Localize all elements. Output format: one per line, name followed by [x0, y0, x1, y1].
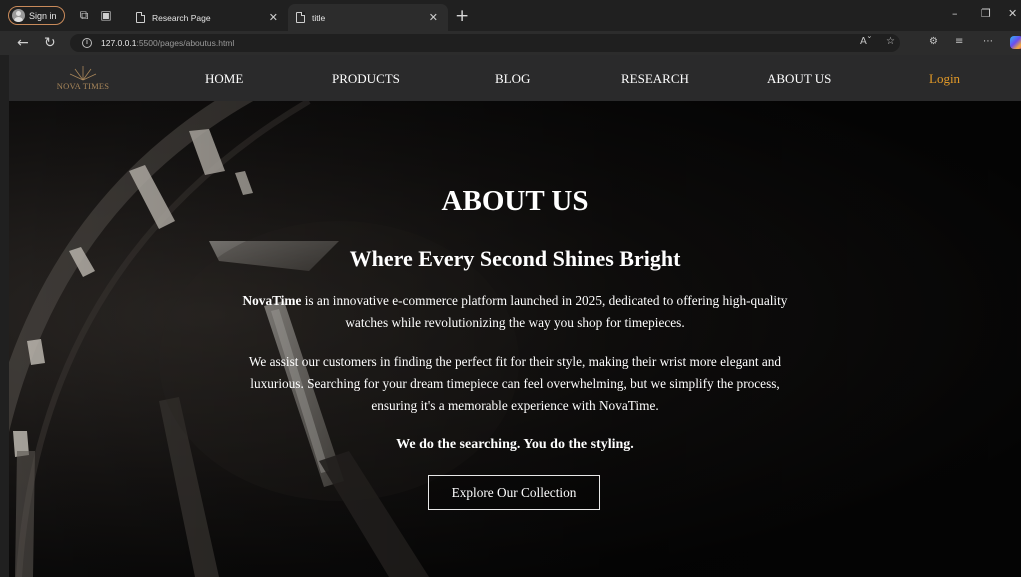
more-options-icon[interactable]: ⋯: [983, 36, 993, 47]
tab-title: title: [312, 12, 326, 23]
page-subtitle: Where Every Second Shines Bright: [349, 246, 681, 271]
sign-in-label: Sign in: [29, 10, 57, 21]
close-window-icon[interactable]: ✕: [1008, 7, 1017, 20]
logo-rays-icon: [69, 66, 97, 81]
nav-blog[interactable]: BLOG: [495, 71, 530, 87]
workspaces-icon[interactable]: ⧉: [76, 7, 92, 23]
browser-toolbar: ← ↻ i 127.0.0.1 :5500/pages/aboutus.html…: [0, 31, 1021, 55]
new-tab-icon[interactable]: +: [455, 6, 469, 26]
url-path: :5500/pages/aboutus.html: [136, 38, 235, 48]
page-title: ABOUT US: [441, 185, 589, 217]
logo-text: NOVA TIMES: [56, 81, 110, 91]
page-icon: [296, 12, 305, 23]
back-icon[interactable]: ←: [17, 35, 29, 51]
intro-paragraph: NovaTime is an innovative e-commerce pla…: [229, 290, 801, 334]
nav-home[interactable]: HOME: [205, 71, 243, 87]
page-icon: [136, 12, 145, 23]
sign-in-button[interactable]: Sign in: [8, 6, 65, 25]
web-page: NOVA TIMES HOME PRODUCTS BLOG RESEARCH A…: [9, 55, 1021, 577]
close-tab-icon[interactable]: ✕: [429, 11, 438, 24]
about-hero-section: ABOUT US Where Every Second Shines Brigh…: [9, 101, 1021, 577]
tab-title-active[interactable]: title ✕: [288, 4, 448, 31]
address-bar[interactable]: i 127.0.0.1 :5500/pages/aboutus.html: [70, 34, 900, 52]
nav-about-us[interactable]: ABOUT US: [767, 71, 831, 87]
site-info-icon[interactable]: i: [82, 38, 92, 48]
profile-avatar-icon: [12, 9, 25, 22]
mission-paragraph: We assist our customers in finding the p…: [248, 354, 782, 413]
tagline: We do the searching. You do the styling.: [396, 437, 634, 452]
nav-login[interactable]: Login: [929, 71, 960, 87]
read-aloud-icon[interactable]: Aˇ: [860, 36, 872, 47]
extensions-icon[interactable]: ⚙: [929, 36, 938, 47]
favorites-list-icon[interactable]: ≡: [955, 36, 963, 47]
tab-title: Research Page: [152, 12, 211, 23]
browser-tab-bar: Sign in ⧉ ▣ Research Page ✕ title ✕ + – …: [0, 0, 1021, 31]
restore-icon[interactable]: ❐: [981, 7, 991, 20]
tab-actions-icon[interactable]: ▣: [98, 7, 114, 23]
url-host: 127.0.0.1: [101, 38, 137, 48]
explore-collection-button[interactable]: Explore Our Collection: [428, 475, 600, 510]
nav-research[interactable]: RESEARCH: [621, 71, 689, 87]
site-navbar: NOVA TIMES HOME PRODUCTS BLOG RESEARCH A…: [9, 55, 1021, 101]
minimize-icon[interactable]: –: [952, 7, 958, 20]
favorite-star-icon[interactable]: ☆: [886, 36, 895, 47]
close-tab-icon[interactable]: ✕: [269, 11, 278, 24]
nav-products[interactable]: PRODUCTS: [332, 71, 400, 87]
tab-research-page[interactable]: Research Page ✕: [128, 4, 288, 31]
copilot-icon[interactable]: [1010, 36, 1021, 49]
nova-times-logo[interactable]: NOVA TIMES: [53, 62, 113, 94]
intro-text: is an innovative e-commerce platform lau…: [301, 293, 788, 330]
brand-name: NovaTime: [242, 293, 302, 308]
refresh-icon[interactable]: ↻: [44, 35, 56, 51]
